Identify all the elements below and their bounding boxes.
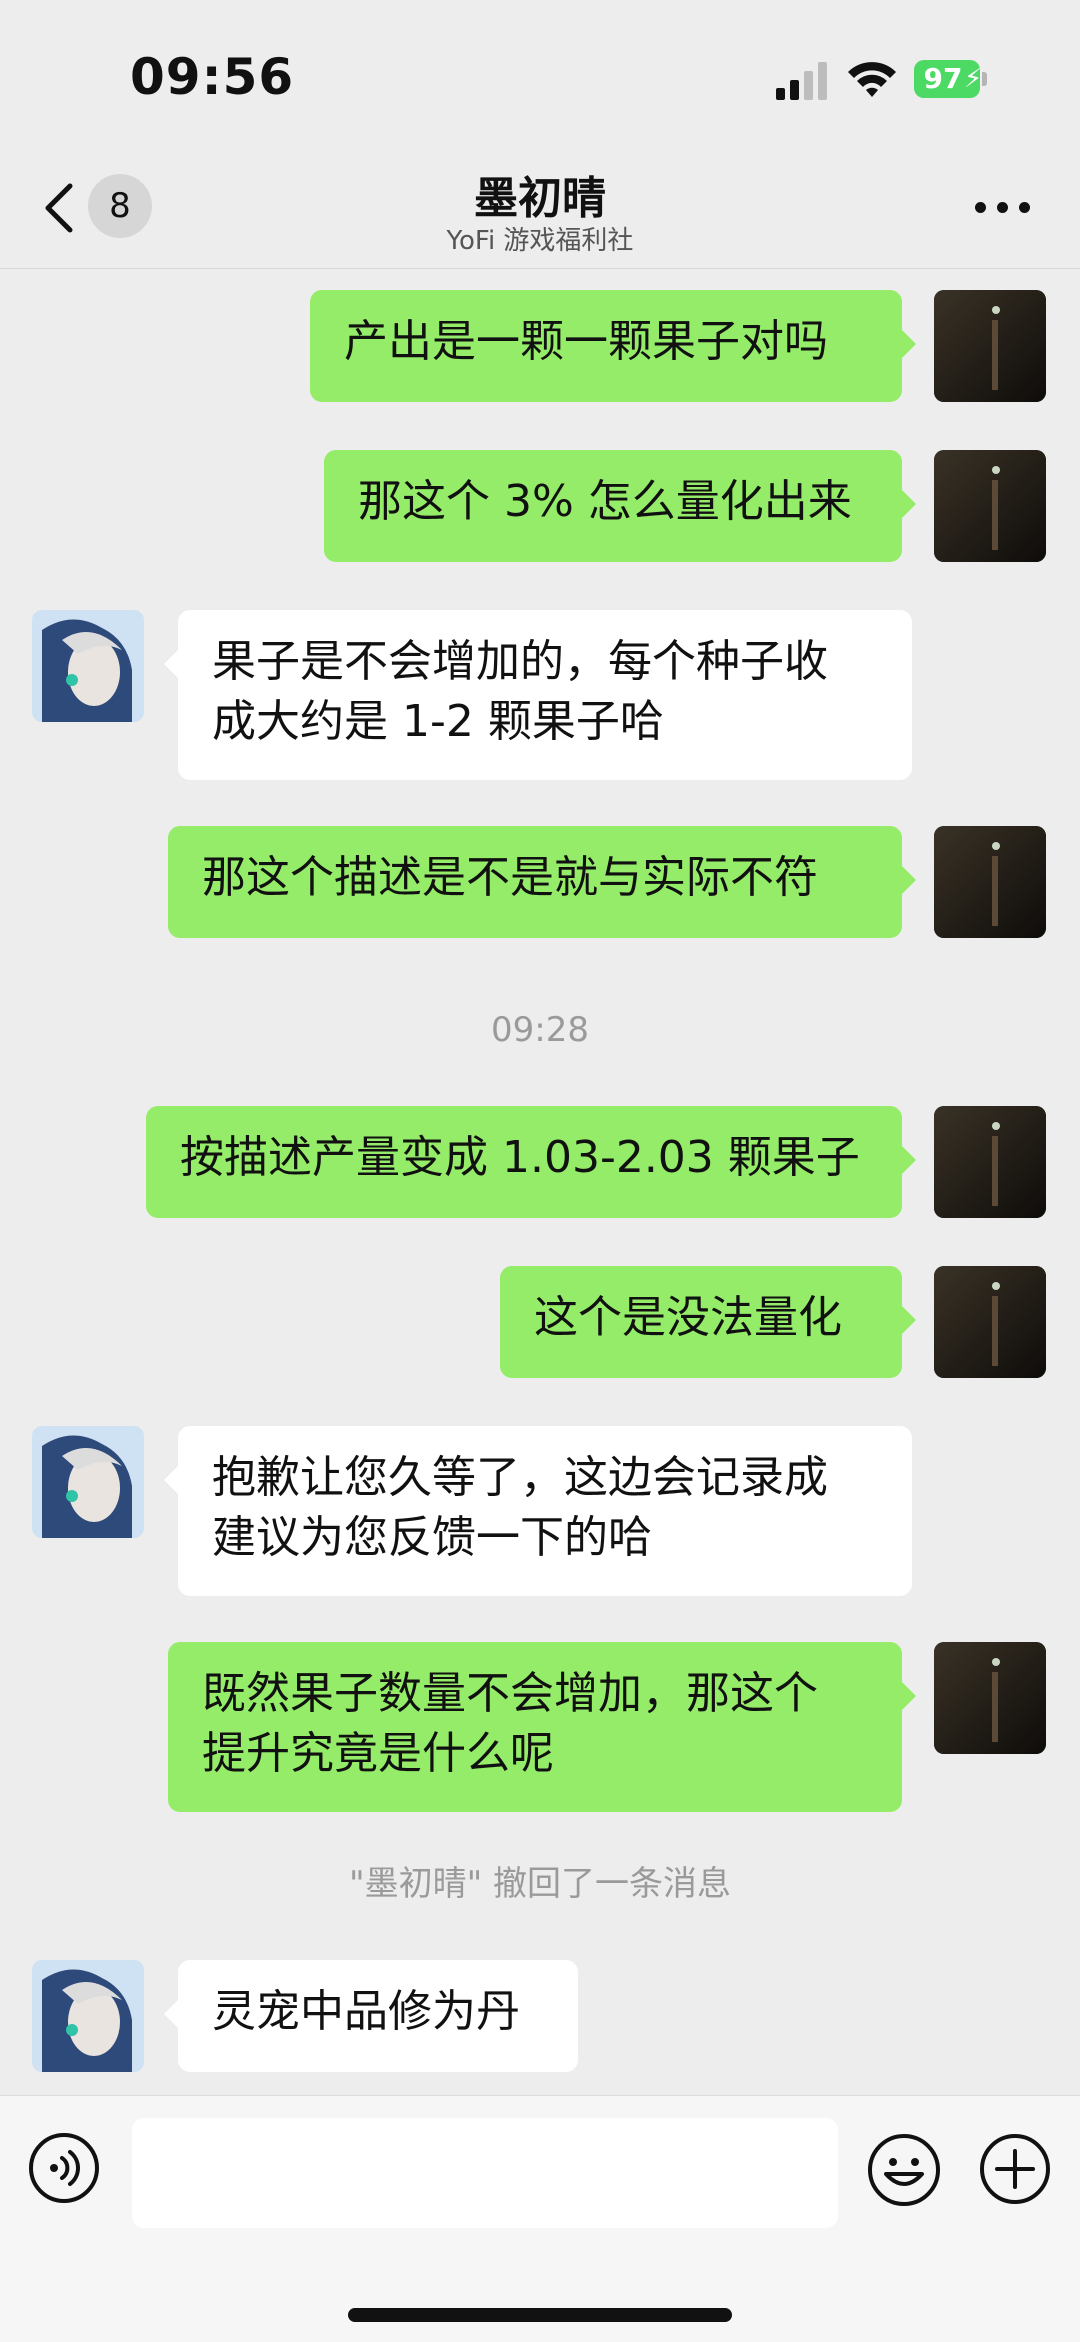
message-bubble-outgoing[interactable]: 那这个 3% 怎么量化出来: [324, 450, 916, 562]
status-bar: 09:56 97 ⚡: [0, 0, 1080, 150]
battery-icon: 97 ⚡: [914, 60, 987, 98]
message-timestamp: 09:28: [491, 1010, 589, 1050]
message-input[interactable]: [132, 2118, 838, 2228]
emoji-icon[interactable]: [866, 2132, 942, 2208]
message-bubble-incoming[interactable]: 抱歉让您久等了，这边会记录成 建议为您反馈一下的哈: [164, 1426, 912, 1596]
plus-icon[interactable]: [978, 2132, 1052, 2206]
contact-avatar[interactable]: [32, 610, 144, 722]
input-bar: [0, 2095, 1080, 2342]
my-avatar[interactable]: [934, 1642, 1046, 1754]
message-bubble-outgoing[interactable]: 既然果子数量不会增加，那这个 提升究竟是什么呢: [168, 1642, 916, 1812]
recall-notice: "墨初晴" 撤回了一条消息: [348, 1864, 732, 1904]
message-bubble-outgoing[interactable]: 按描述产量变成 1.03-2.03 颗果子: [146, 1106, 916, 1218]
message-bubble-outgoing[interactable]: 这个是没法量化: [500, 1266, 916, 1378]
my-avatar[interactable]: [934, 450, 1046, 562]
message-bubble-outgoing[interactable]: 那这个描述是不是就与实际不符: [168, 826, 916, 938]
message-bubble-incoming[interactable]: 灵宠中品修为丹: [164, 1960, 578, 2072]
voice-icon[interactable]: [28, 2132, 100, 2204]
wifi-icon: [848, 62, 896, 97]
message-bubble-outgoing[interactable]: 产出是一颗一颗果子对吗: [310, 290, 916, 402]
contact-avatar[interactable]: [32, 1960, 144, 2072]
my-avatar[interactable]: [934, 290, 1046, 402]
more-icon[interactable]: [975, 202, 1031, 216]
my-avatar[interactable]: [934, 1266, 1046, 1378]
chat-header: 8 墨初晴 YoFi 游戏福利社: [0, 150, 1080, 269]
status-time: 09:56: [130, 48, 295, 106]
my-avatar[interactable]: [934, 1106, 1046, 1218]
message-bubble-incoming[interactable]: 果子是不会增加的，每个种子收 成大约是 1-2 颗果子哈: [164, 610, 912, 780]
contact-avatar[interactable]: [32, 1426, 144, 1538]
my-avatar[interactable]: [934, 826, 1046, 938]
signal-icon: [776, 62, 827, 100]
chat-title: 墨初晴: [474, 173, 606, 224]
home-indicator[interactable]: [348, 2308, 732, 2322]
chat-subtitle: YoFi 游戏福利社: [446, 226, 634, 256]
